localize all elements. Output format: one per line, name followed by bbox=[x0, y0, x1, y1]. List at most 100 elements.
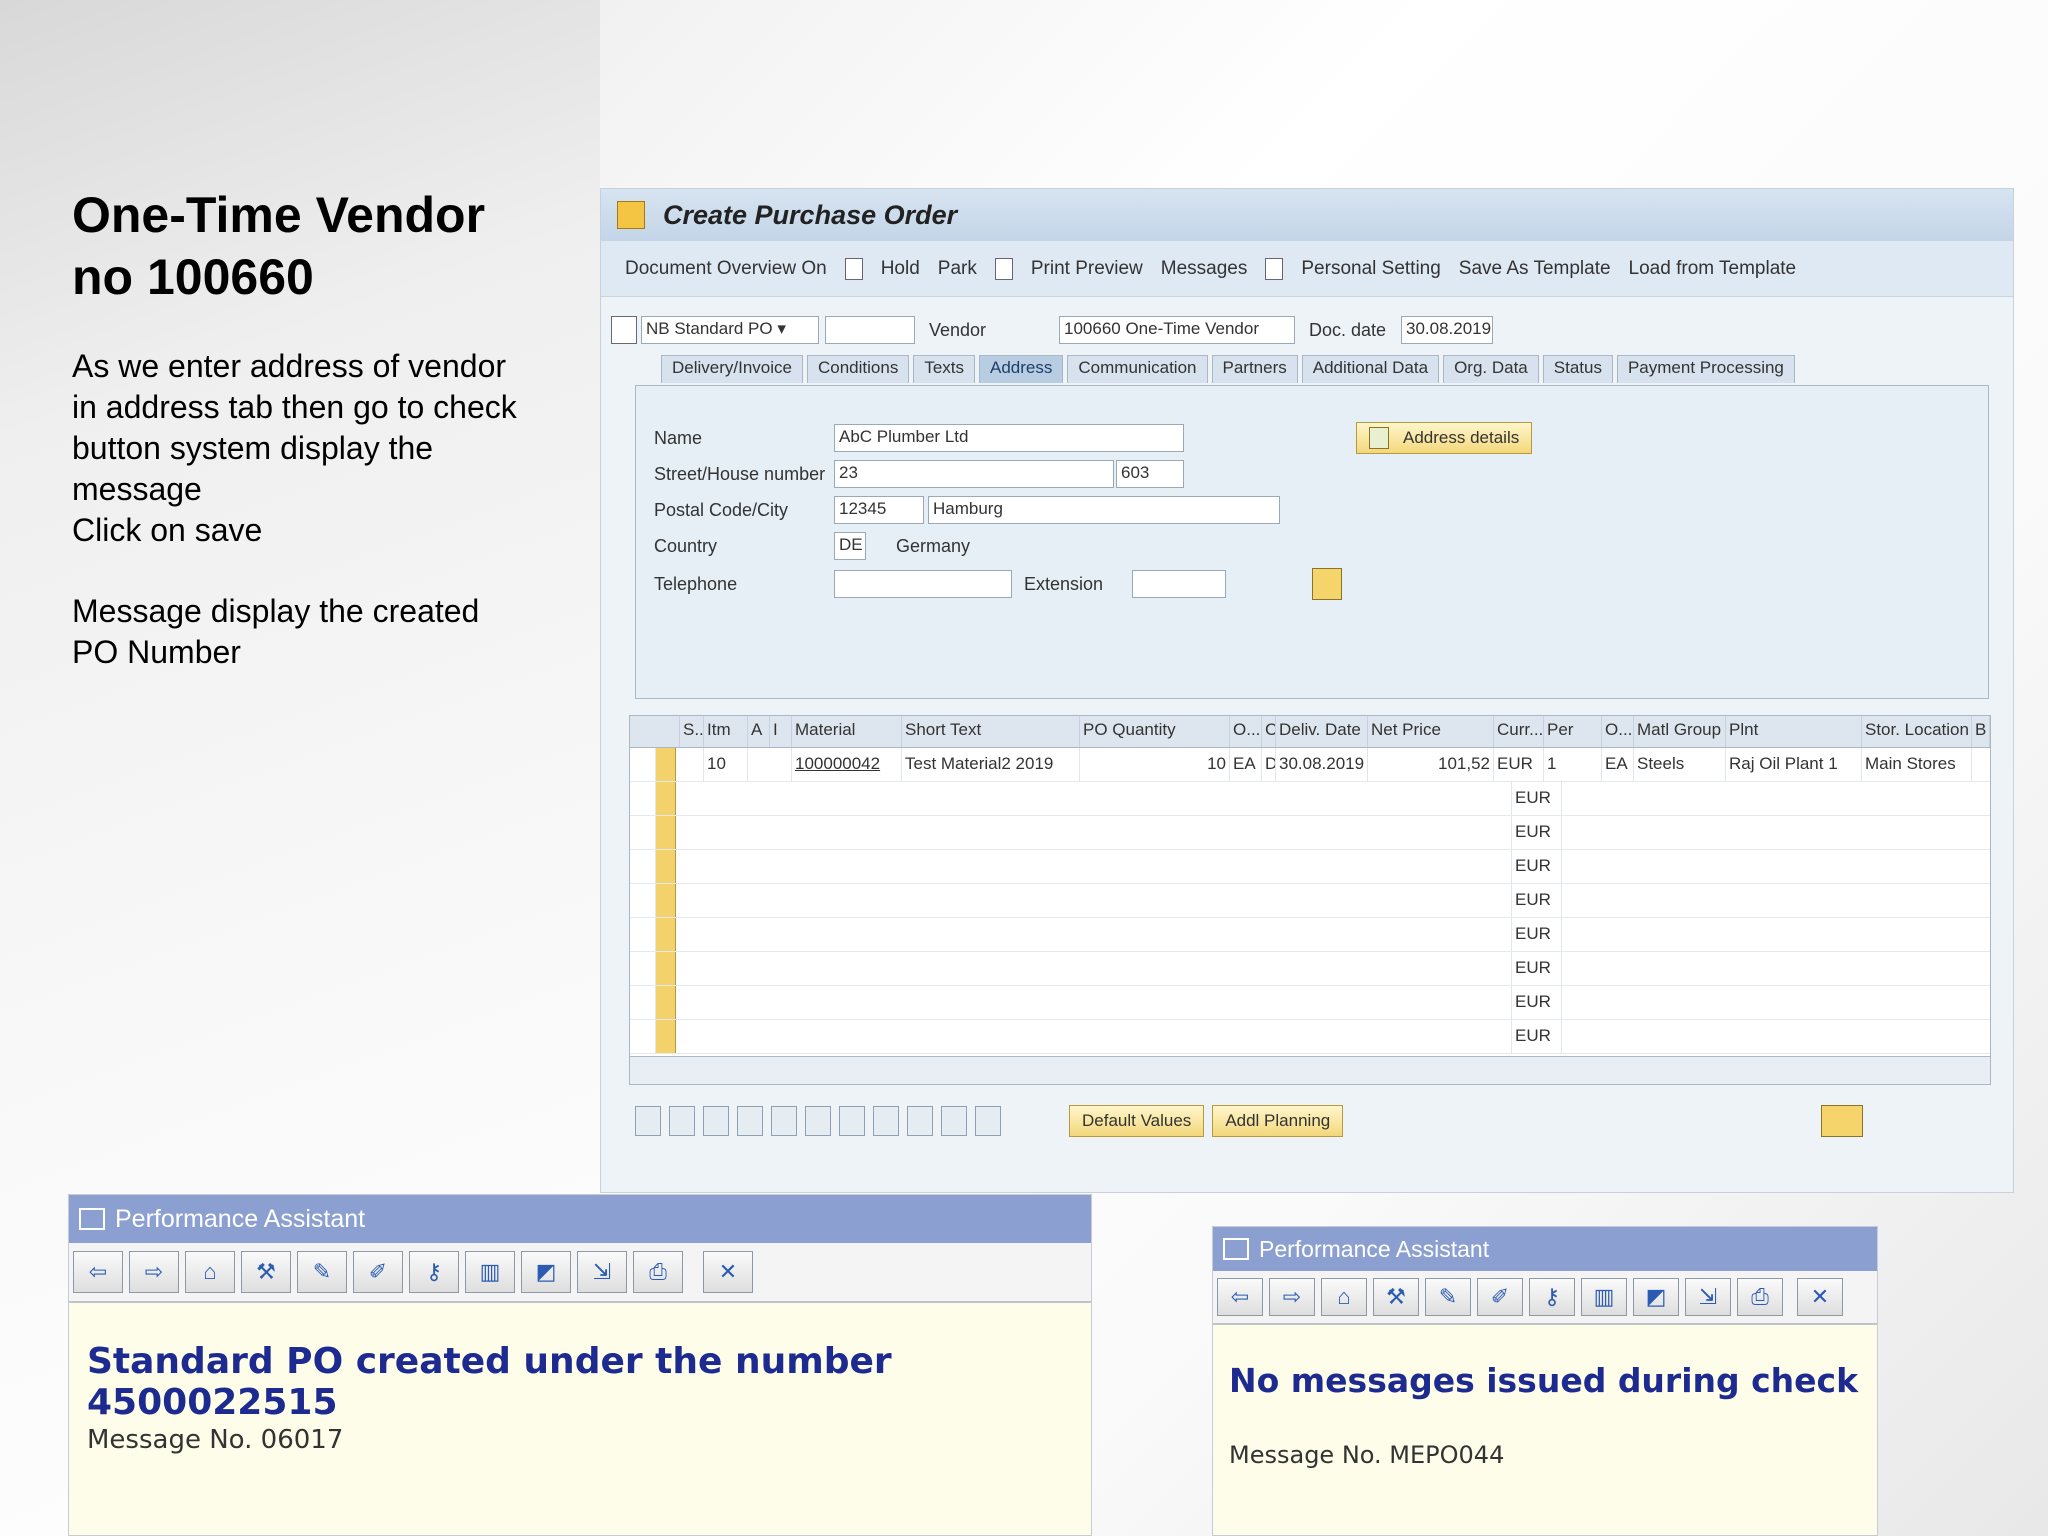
cell-curr[interactable]: EUR bbox=[1512, 986, 1562, 1019]
row-selector[interactable] bbox=[656, 782, 676, 815]
back-icon[interactable]: ⇦ bbox=[73, 1251, 123, 1293]
tab-communication[interactable]: Communication bbox=[1067, 355, 1208, 383]
tab-delivery-invoice[interactable]: Delivery/Invoice bbox=[661, 355, 803, 383]
deselect-icon[interactable] bbox=[703, 1106, 729, 1136]
filter-icon[interactable] bbox=[907, 1106, 933, 1136]
cell-item[interactable]: 10 bbox=[704, 748, 748, 781]
cell-date[interactable]: 30.08.2019 bbox=[1276, 748, 1368, 781]
col-currency[interactable]: Curr... bbox=[1494, 716, 1544, 747]
col-order-unit[interactable]: O... bbox=[1230, 716, 1262, 747]
tab-texts[interactable]: Texts bbox=[913, 355, 976, 383]
tab-org-data[interactable]: Org. Data bbox=[1443, 355, 1539, 383]
table-row-empty[interactable]: EUR bbox=[630, 782, 1990, 816]
details-icon[interactable] bbox=[635, 1106, 661, 1136]
bookmark-icon[interactable]: ◩ bbox=[521, 1251, 571, 1293]
col-a[interactable]: A bbox=[748, 716, 770, 747]
city-field[interactable]: Hamburg bbox=[928, 496, 1280, 524]
col-b[interactable]: B bbox=[1972, 716, 1990, 747]
cell-short-text[interactable]: Test Material2 2019 bbox=[902, 748, 1080, 781]
name-field[interactable]: AbC Plumber Ltd bbox=[834, 424, 1184, 452]
copy-icon[interactable] bbox=[805, 1106, 831, 1136]
row-selector[interactable] bbox=[656, 1020, 676, 1053]
close-icon[interactable]: ✕ bbox=[1797, 1278, 1843, 1316]
cell-qty[interactable]: 10 bbox=[1080, 748, 1230, 781]
table-row-empty[interactable]: EUR bbox=[630, 1020, 1990, 1054]
check-icon[interactable] bbox=[994, 257, 1013, 280]
row-selector[interactable] bbox=[656, 918, 676, 951]
table-row-empty[interactable]: EUR bbox=[630, 918, 1990, 952]
toolbar-messages[interactable]: Messages bbox=[1161, 258, 1248, 280]
col-matl-group[interactable]: Matl Group bbox=[1634, 716, 1726, 747]
home-icon[interactable]: ⌂ bbox=[185, 1251, 235, 1293]
col-item[interactable]: Itm bbox=[704, 716, 748, 747]
cell-ounit[interactable]: EA bbox=[1602, 748, 1634, 781]
toolbar-hold[interactable]: Hold bbox=[881, 258, 920, 280]
transaction-icon[interactable] bbox=[617, 201, 645, 229]
street-field[interactable]: 23 bbox=[834, 460, 1114, 488]
book-icon[interactable]: ▥ bbox=[465, 1251, 515, 1293]
tab-status[interactable]: Status bbox=[1542, 355, 1613, 383]
col-deliv-date[interactable]: Deliv. Date bbox=[1276, 716, 1368, 747]
cell-unit[interactable]: EA bbox=[1230, 748, 1262, 781]
col-s[interactable]: S.. bbox=[680, 716, 704, 747]
cart-icon[interactable] bbox=[611, 316, 637, 344]
tab-additional-data[interactable]: Additional Data bbox=[1301, 355, 1440, 383]
row-selector[interactable] bbox=[656, 748, 676, 781]
col-c[interactable]: C bbox=[1262, 716, 1276, 747]
forward-icon[interactable]: ⇨ bbox=[129, 1251, 179, 1293]
print-icon[interactable]: ⎙ bbox=[1737, 1278, 1783, 1316]
col-po-quantity[interactable]: PO Quantity bbox=[1080, 716, 1230, 747]
telephone-field[interactable] bbox=[834, 570, 1012, 598]
cell-matl-group[interactable]: Steels bbox=[1634, 748, 1726, 781]
tab-address[interactable]: Address bbox=[979, 355, 1064, 383]
technical-info-icon[interactable]: ⚒ bbox=[241, 1251, 291, 1293]
key-icon[interactable]: ⚷ bbox=[409, 1251, 459, 1293]
personal-settings-icon[interactable] bbox=[1821, 1105, 1863, 1137]
cell-curr[interactable]: EUR bbox=[1512, 850, 1562, 883]
col-stor-location[interactable]: Stor. Location bbox=[1862, 716, 1972, 747]
col-material[interactable]: Material bbox=[792, 716, 902, 747]
bookmark-icon[interactable]: ◩ bbox=[1633, 1278, 1679, 1316]
table-row-empty[interactable]: EUR bbox=[630, 884, 1990, 918]
cell-curr[interactable]: EUR bbox=[1512, 816, 1562, 849]
postal-code-field[interactable]: 12345 bbox=[834, 496, 924, 524]
col-order-price-unit[interactable]: O... bbox=[1602, 716, 1634, 747]
toolbar-personal-setting[interactable]: Personal Setting bbox=[1301, 258, 1440, 280]
lock-icon[interactable] bbox=[771, 1106, 797, 1136]
doc-date-field[interactable]: 30.08.2019 bbox=[1401, 316, 1493, 344]
table-row[interactable]: 10 100000042 Test Material2 2019 10 EA D… bbox=[630, 748, 1990, 782]
toolbar-load-from-template[interactable]: Load from Template bbox=[1629, 258, 1797, 280]
house-number-field[interactable]: 603 bbox=[1116, 460, 1184, 488]
col-per[interactable]: Per bbox=[1544, 716, 1602, 747]
col-net-price[interactable]: Net Price bbox=[1368, 716, 1494, 747]
cell-cat[interactable]: D bbox=[1262, 748, 1276, 781]
col-select[interactable] bbox=[630, 716, 680, 747]
more-contact-icon[interactable] bbox=[1312, 568, 1342, 600]
col-i[interactable]: I bbox=[770, 716, 792, 747]
cell-curr[interactable]: EUR bbox=[1512, 1020, 1562, 1053]
cell-curr[interactable]: EUR bbox=[1512, 918, 1562, 951]
cell-per[interactable]: 1 bbox=[1544, 748, 1602, 781]
delete-icon[interactable] bbox=[737, 1106, 763, 1136]
print-icon[interactable] bbox=[941, 1106, 967, 1136]
cell-stor-loc[interactable]: Main Stores bbox=[1862, 748, 1972, 781]
doc-number-field[interactable] bbox=[825, 316, 915, 344]
toolbar-print-preview[interactable]: Print Preview bbox=[1031, 258, 1143, 280]
tab-conditions[interactable]: Conditions bbox=[807, 355, 910, 383]
default-values-button[interactable]: Default Values bbox=[1069, 1105, 1205, 1137]
layout-icon[interactable] bbox=[839, 1106, 865, 1136]
document-icon[interactable] bbox=[975, 1106, 1001, 1136]
book-icon[interactable]: ▥ bbox=[1581, 1278, 1627, 1316]
addl-planning-button[interactable]: Addl Planning bbox=[1212, 1105, 1344, 1137]
table-row-empty[interactable]: EUR bbox=[630, 816, 1990, 850]
print-icon[interactable]: ⎙ bbox=[633, 1251, 683, 1293]
cell-price[interactable]: 101,52 bbox=[1368, 748, 1494, 781]
cell-curr[interactable]: EUR bbox=[1512, 884, 1562, 917]
tab-partners[interactable]: Partners bbox=[1211, 355, 1298, 383]
cell-material[interactable]: 100000042 bbox=[792, 748, 902, 781]
cell-curr[interactable]: EUR bbox=[1512, 952, 1562, 985]
vendor-field[interactable]: 100660 One-Time Vendor bbox=[1059, 316, 1295, 344]
row-selector[interactable] bbox=[656, 850, 676, 883]
export-icon[interactable]: ⇲ bbox=[1685, 1278, 1731, 1316]
key-icon[interactable]: ⚷ bbox=[1529, 1278, 1575, 1316]
